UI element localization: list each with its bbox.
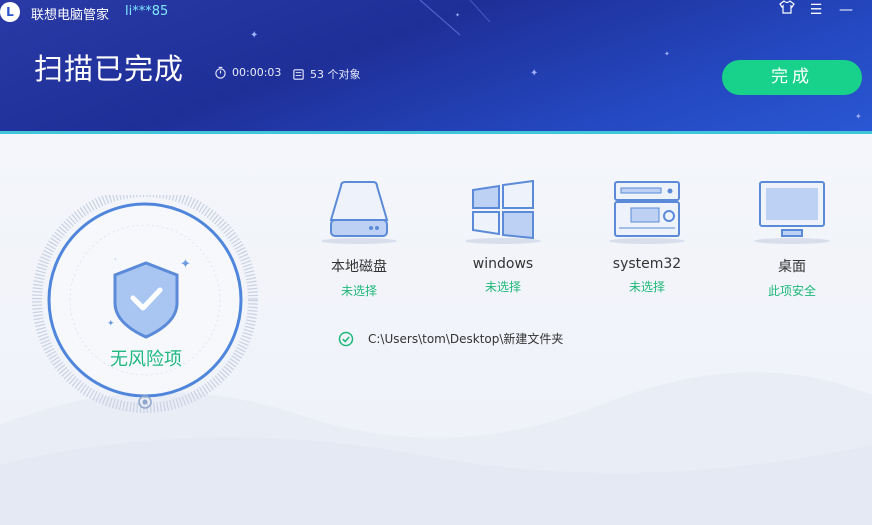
location-system32[interactable]: system32 未选择 <box>597 180 697 295</box>
location-status: 此项安全 <box>767 284 816 298</box>
skin-shirt-icon[interactable] <box>775 0 799 20</box>
location-name: 本地磁盘 <box>331 259 387 275</box>
windows-icon <box>465 179 541 244</box>
app-logo-icon: L <box>0 2 20 22</box>
location-status: 未选择 <box>484 280 521 294</box>
location-name: 桌面 <box>778 259 806 275</box>
system-device-icon <box>609 181 685 244</box>
scanned-objects-value: 53 个对象 <box>310 68 361 81</box>
scan-status-title: 扫描已完成 <box>34 52 185 86</box>
scanned-path: C:\Users\tom\Desktop\新建文件夹 <box>368 332 564 346</box>
location-windows[interactable]: windows 未选择 <box>453 179 553 295</box>
elapsed-time-value: 00:00:03 <box>232 66 282 79</box>
location-local-disk[interactable]: 本地磁盘 未选择 <box>309 180 409 299</box>
svg-text:✦: ✦ <box>180 257 191 272</box>
desktop-monitor-icon <box>754 181 830 244</box>
document-list-icon <box>293 68 304 80</box>
svg-text:·: · <box>114 255 117 264</box>
menu-icon[interactable]: ☰ <box>804 0 828 20</box>
check-circle-icon <box>338 331 354 346</box>
svg-text:✦: ✦ <box>107 319 115 329</box>
username[interactable]: li***85 <box>125 4 168 19</box>
minimize-icon[interactable]: — <box>834 0 858 20</box>
no-risk-label: 无风险项 <box>110 349 182 370</box>
location-desktop[interactable]: 桌面 此项安全 <box>742 180 842 299</box>
scanned-objects: 53 个对象 <box>292 66 361 82</box>
location-name: system32 <box>612 256 682 272</box>
done-button[interactable]: 完成 <box>722 60 862 95</box>
location-status: 未选择 <box>340 284 377 298</box>
stopwatch-icon <box>215 66 226 79</box>
app-title: 联想电脑管家 <box>31 8 110 23</box>
location-name: windows <box>472 256 534 272</box>
shooting-star-decoration <box>419 0 491 36</box>
security-gauge: ✦ ✦ · <box>32 195 258 413</box>
location-status: 未选择 <box>628 280 665 294</box>
disk-icon <box>321 181 397 244</box>
scan-header: ✦ ✦ ✦ ✦ ✦ L 联想电脑管家 li***85 ☰ — 扫描已完成 00:… <box>0 0 872 131</box>
elapsed-time: 00:00:03 <box>214 66 281 79</box>
scanned-path-row: C:\Users\tom\Desktop\新建文件夹 <box>338 330 563 347</box>
